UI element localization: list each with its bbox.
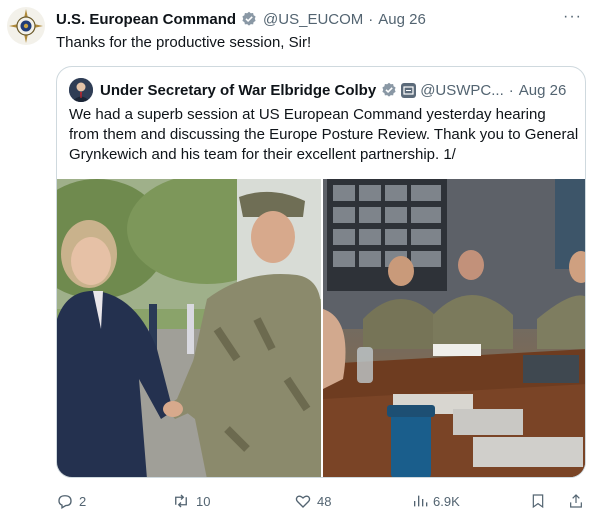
like-button[interactable]: 48 (294, 492, 331, 510)
views-button[interactable]: 6.9K (412, 492, 460, 510)
bookmark-icon (532, 494, 544, 509)
views-count: 6.9K (433, 493, 460, 509)
avatar[interactable] (7, 7, 45, 45)
views-icon (414, 495, 428, 507)
verified-badge-icon (241, 11, 257, 27)
photo-grid (57, 179, 585, 477)
photo-handshake[interactable] (57, 179, 321, 477)
like-count: 48 (317, 493, 332, 509)
quoted-author-handle[interactable]: @USWPC... (420, 82, 504, 99)
action-bar: 2 10 48 6.9K (56, 490, 586, 512)
quoted-text: We had a superb session at US European C… (69, 106, 579, 163)
author-name[interactable]: U.S. European Command (56, 11, 236, 28)
tweet-header: U.S. European Command @US_EUCOM · Aug 26 (56, 8, 586, 30)
repost-count: 10 (196, 493, 211, 509)
quoted-header: Under Secretary of War Elbridge Colby @U… (69, 78, 573, 102)
author-handle[interactable]: @US_EUCOM (263, 11, 363, 28)
like-icon (295, 495, 311, 508)
tweet-text: Thanks for the productive session, Sir! (56, 34, 312, 51)
more-options-button[interactable]: ··· (563, 8, 582, 26)
government-badge-icon (401, 82, 417, 98)
separator-dot: · (508, 81, 514, 99)
eucom-logo-icon (9, 9, 43, 43)
tweet-date[interactable]: Aug 26 (378, 11, 426, 28)
bookmark-button[interactable] (530, 492, 546, 510)
reply-icon (58, 495, 72, 509)
quoted-author-name[interactable]: Under Secretary of War Elbridge Colby (100, 82, 376, 99)
quoted-avatar (69, 78, 93, 102)
photo-conference-room[interactable] (323, 179, 585, 477)
repost-button[interactable]: 10 (171, 492, 210, 510)
repost-icon (175, 494, 187, 508)
quoted-date[interactable]: Aug 26 (519, 82, 567, 99)
share-button[interactable] (568, 492, 584, 510)
share-icon (570, 494, 582, 508)
quoted-tweet[interactable]: Under Secretary of War Elbridge Colby @U… (56, 66, 586, 478)
reply-button[interactable]: 2 (56, 492, 86, 510)
verified-badge-icon (381, 82, 397, 98)
separator-dot: · (368, 10, 374, 28)
reply-count: 2 (79, 493, 87, 509)
